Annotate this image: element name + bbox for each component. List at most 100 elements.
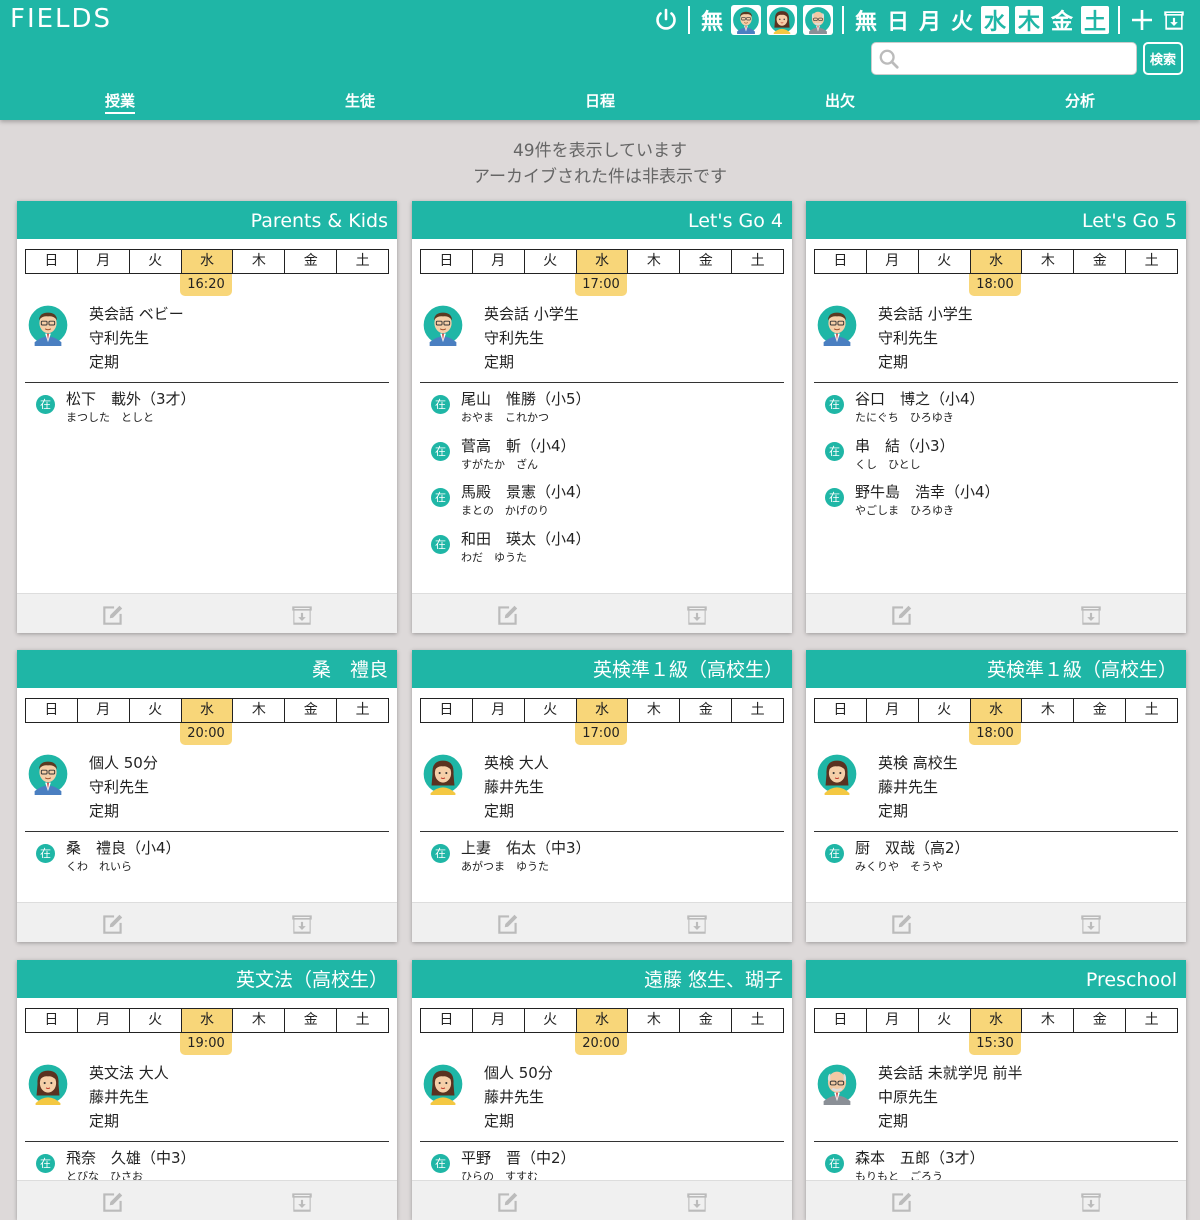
edit-icon[interactable]: [889, 1189, 915, 1215]
power-icon[interactable]: [650, 5, 682, 35]
day-filter-tue[interactable]: 火: [946, 5, 978, 35]
weekday-row: 日 月火水木金土: [814, 249, 1178, 274]
archive-box-icon[interactable]: [1158, 5, 1190, 35]
weekday-cell: 土: [1125, 699, 1177, 722]
lesson-card[interactable]: 桑 禮良 日 月火水木金土 20:00 個人 50分 守利先生 定期 在 桑 禮良…: [17, 650, 397, 942]
lesson-card[interactable]: Preschool 日 月火水木金土 15:30 英会話 未就学児 前半 中原先生…: [806, 960, 1186, 1220]
edit-icon[interactable]: [495, 911, 521, 937]
teacher-filter-male-avatar[interactable]: [730, 5, 761, 35]
weekday-cell: 日: [833, 253, 848, 269]
student-row[interactable]: 在 桑 禮良（小4） くわ れいら: [17, 832, 397, 879]
teacher-name: 守利先生: [89, 329, 150, 347]
student-row[interactable]: 在 野牛島 浩幸（小4） やごしま ひろゆき: [806, 476, 1186, 523]
archive-icon[interactable]: [684, 1189, 710, 1215]
weekday-cell: 火: [523, 699, 576, 722]
lesson-type: 定期: [89, 1112, 120, 1130]
teacher-name: 守利先生: [484, 329, 545, 347]
tab-analysis[interactable]: 分析: [960, 88, 1200, 116]
student-row[interactable]: 在 和田 瑛太（小4） わだ ゆうた: [412, 523, 792, 570]
weekday-cell: 月: [865, 699, 918, 722]
plus-icon[interactable]: [1126, 5, 1158, 35]
lesson-card[interactable]: Parents & Kids 日 月火水木金土 16:20 英会話 ベビー 守利先…: [17, 201, 397, 633]
weekday-cell: 月: [865, 1009, 918, 1032]
day-filter-fri[interactable]: 金: [1046, 5, 1078, 35]
student-row[interactable]: 在 馬殿 景憲（小4） まとの かげのり: [412, 476, 792, 523]
weekday-cell: 金: [284, 1009, 336, 1032]
tab-label: 生徒: [344, 92, 375, 110]
tab-students[interactable]: 生徒: [240, 88, 480, 116]
male-teacher-avatar: [27, 753, 69, 795]
weekday-cell: 月: [865, 250, 918, 273]
edit-icon[interactable]: [495, 1189, 521, 1215]
teacher-name: 藤井先生: [484, 778, 545, 796]
teacher-filter-none-button[interactable]: 無: [696, 5, 728, 35]
day-filter-wed[interactable]: 水: [980, 6, 1009, 35]
teacher-filter-elder-avatar[interactable]: [802, 5, 833, 35]
student-list: 在 桑 禮良（小4） くわ れいら: [17, 832, 397, 879]
teacher-filter-female-avatar[interactable]: [766, 5, 797, 35]
archive-icon[interactable]: [1078, 911, 1104, 937]
archive-icon[interactable]: [289, 911, 315, 937]
day-filter-mon[interactable]: 月: [914, 5, 946, 35]
edit-icon[interactable]: [889, 602, 915, 628]
lesson-time: 19:00: [180, 1033, 232, 1055]
student-row[interactable]: 在 厨 双哉（高2） みくりや そうや: [806, 832, 1186, 879]
student-row[interactable]: 在 串 結（小3） くし ひとし: [806, 430, 1186, 477]
weekday-cell: 月: [471, 250, 524, 273]
teacher-name: 守利先生: [878, 329, 939, 347]
main-nav: 授業 生徒 日程 出欠 分析: [0, 88, 1200, 116]
enrolled-badge: 在: [431, 441, 450, 461]
student-row[interactable]: 在 上妻 佑太（中3） あがつま ゆうた: [412, 832, 792, 879]
weekday-cell: 金: [679, 250, 731, 273]
archive-icon[interactable]: [684, 911, 710, 937]
female-teacher-avatar: [816, 753, 858, 795]
student-list: 在 松下 載外（3才） まつした としと: [17, 383, 397, 430]
enrolled-badge: 在: [825, 488, 844, 507]
archive-icon[interactable]: [684, 602, 710, 628]
lesson-time: 17:00: [575, 274, 627, 296]
archive-icon[interactable]: [289, 1189, 315, 1215]
student-row[interactable]: 在 谷口 博之（小4） たにぐち ひろゆき: [806, 383, 1186, 430]
day-filter-sat[interactable]: 土: [1080, 6, 1109, 35]
edit-icon[interactable]: [100, 602, 126, 628]
weekday-cell: 金: [1073, 250, 1125, 273]
archive-icon[interactable]: [289, 602, 315, 628]
day-filter-thu[interactable]: 木: [1014, 6, 1043, 35]
lesson-type: 定期: [89, 353, 120, 371]
student-row[interactable]: 在 菅高 斬（小4） すがたか ざん: [412, 430, 792, 477]
edit-icon[interactable]: [100, 911, 126, 937]
weekday-row: 日 月火水木金土: [814, 698, 1178, 723]
day-filter-sun[interactable]: 日: [882, 5, 914, 35]
tab-attendance[interactable]: 出欠: [720, 88, 960, 116]
lesson-time: 20:00: [180, 723, 232, 745]
edit-icon[interactable]: [495, 602, 521, 628]
lesson-card[interactable]: 英文法（高校生） 日月火水木金土 19:00 英文法 大人 藤井先生 定期 在 …: [17, 960, 397, 1220]
lesson-card[interactable]: 英検準１級（高校生） 日 月火水木金土 17:00 英検 大人 藤井先生 定期 在…: [412, 650, 792, 942]
student-list: 在 厨 双哉（高2） みくりや そうや: [806, 832, 1186, 879]
student-name: 菅高 斬（小4）: [461, 436, 576, 455]
lesson-card[interactable]: Let's Go 5 日 月火水木金土 18:00 英会話 小学生 守利先生 定期…: [806, 201, 1186, 633]
weekday-cell: 土: [1125, 250, 1177, 273]
tab-lessons[interactable]: 授業: [0, 88, 240, 116]
edit-icon[interactable]: [100, 1189, 126, 1215]
lesson-card[interactable]: 英検準１級（高校生） 日月火水木金土 18:00 英検 高校生 藤井先生 定期 …: [806, 650, 1186, 942]
student-row[interactable]: 在 松下 載外（3才） まつした としと: [17, 383, 397, 430]
student-row[interactable]: 在 尾山 惟勝（小5） おやま これかつ: [412, 383, 792, 430]
day-filter-none-button[interactable]: 無: [850, 5, 882, 35]
edit-icon[interactable]: [889, 911, 915, 937]
weekday-cell: 木: [232, 250, 284, 273]
lesson-card[interactable]: Let's Go 4 日 月火水木金土 17:00 英会話 小学生 守利先生 定期…: [412, 201, 792, 633]
card-title: Parents & Kids: [17, 201, 397, 239]
archive-icon[interactable]: [1078, 1189, 1104, 1215]
weekday-row: 日 月火水木金土: [814, 1008, 1178, 1033]
lesson-card[interactable]: 遠藤 悠生、瑚子 日月火水木金土 20:00 個人 50分 藤井先生 定期 在 …: [412, 960, 792, 1220]
tab-schedule[interactable]: 日程: [480, 88, 720, 116]
student-name: 尾山 惟勝（小5）: [461, 390, 591, 408]
archive-icon[interactable]: [1078, 602, 1104, 628]
teacher-name: 守利先生: [89, 778, 150, 796]
search-button[interactable]: 検索: [1143, 42, 1183, 75]
student-name: 平野 晋（中2）: [461, 1149, 576, 1167]
search-input[interactable]: [906, 47, 1126, 71]
weekday-cell: 木: [232, 1009, 284, 1032]
enrolled-badge: 在: [825, 395, 844, 414]
